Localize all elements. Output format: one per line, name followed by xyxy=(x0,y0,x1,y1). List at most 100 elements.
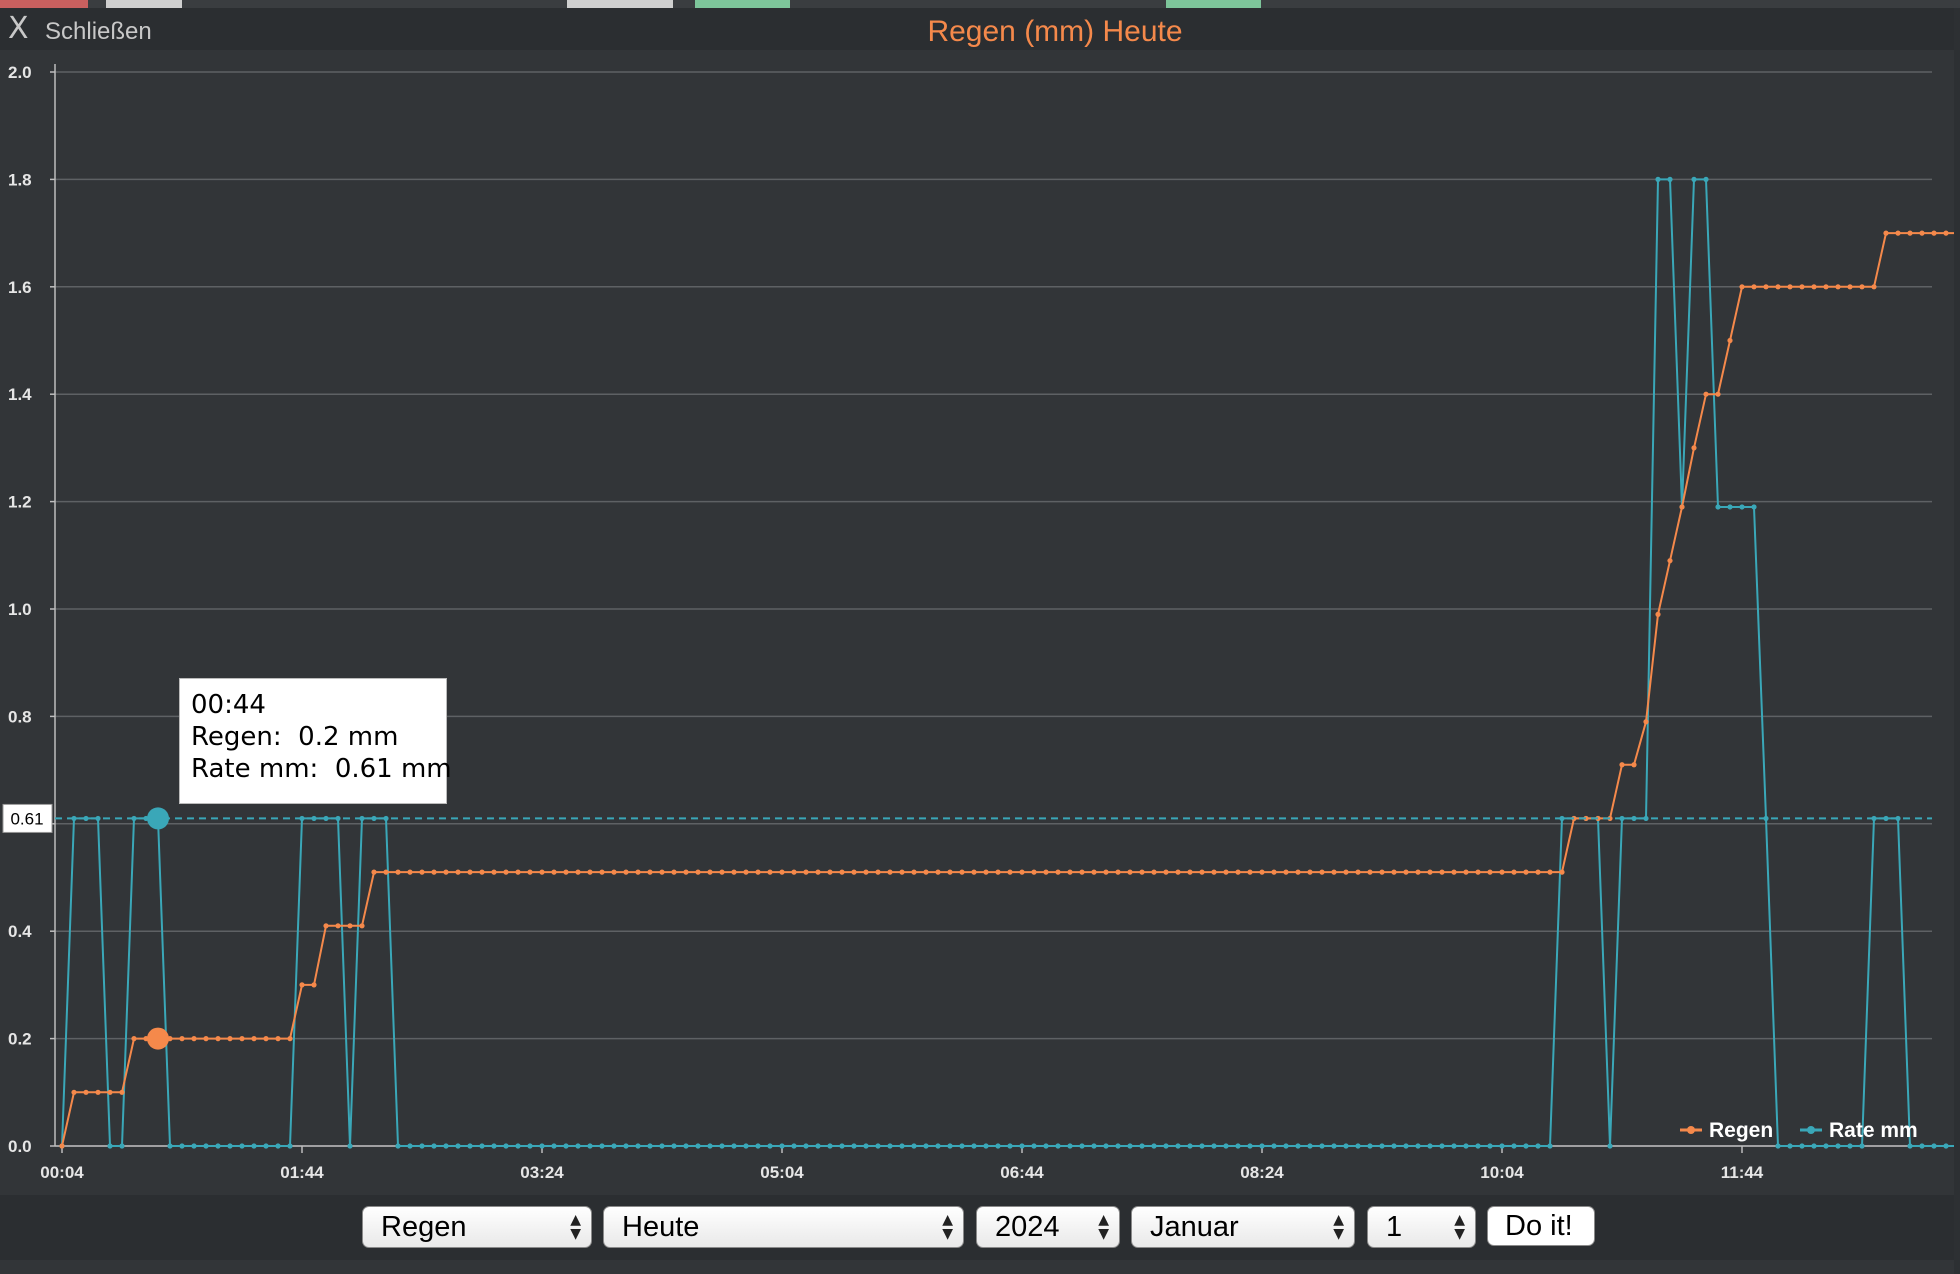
data-point-rate-mm xyxy=(707,1143,713,1149)
data-point-rate-mm xyxy=(443,1143,449,1149)
data-point-regen xyxy=(575,869,581,875)
data-point-rate-mm xyxy=(1715,504,1721,510)
data-point-rate-mm xyxy=(1751,504,1757,510)
data-point-regen xyxy=(671,869,677,875)
data-point-rate-mm xyxy=(623,1143,629,1149)
month-select-value: Januar xyxy=(1150,1211,1239,1243)
data-point-regen xyxy=(1031,869,1037,875)
data-point-rate-mm xyxy=(779,1143,785,1149)
x-tick-label: 10:04 xyxy=(1480,1163,1524,1182)
data-point-rate-mm xyxy=(1811,1143,1817,1149)
data-point-rate-mm xyxy=(1451,1143,1457,1149)
data-point-rate-mm xyxy=(1427,1143,1433,1149)
data-point-regen xyxy=(1043,869,1049,875)
data-point-rate-mm xyxy=(1907,1143,1913,1149)
data-point-rate-mm xyxy=(1223,1143,1229,1149)
data-point-regen xyxy=(1451,869,1457,875)
data-point-regen xyxy=(467,869,473,875)
y-tick-label: 0.0 xyxy=(8,1137,32,1156)
data-point-rate-mm xyxy=(1259,1143,1265,1149)
year-select[interactable]: 2024 ▲ ▼ xyxy=(976,1206,1120,1248)
data-point-rate-mm xyxy=(635,1143,641,1149)
data-point-rate-mm xyxy=(503,1143,509,1149)
data-point-regen xyxy=(395,869,401,875)
data-point-regen xyxy=(1187,869,1193,875)
data-point-regen xyxy=(1883,230,1889,236)
data-point-rate-mm xyxy=(527,1143,533,1149)
do-it-button[interactable]: Do it! xyxy=(1487,1206,1595,1246)
data-point-rate-mm xyxy=(1799,1143,1805,1149)
data-point-regen xyxy=(1811,284,1817,290)
data-point-rate-mm xyxy=(1523,1143,1529,1149)
data-point-rate-mm xyxy=(887,1143,893,1149)
data-point-regen xyxy=(935,869,941,875)
data-point-rate-mm xyxy=(719,1143,725,1149)
data-point-rate-mm xyxy=(1271,1143,1277,1149)
data-point-rate-mm xyxy=(191,1143,197,1149)
data-point-rate-mm xyxy=(515,1143,521,1149)
data-point-rate-mm xyxy=(1079,1143,1085,1149)
data-point-regen xyxy=(1751,284,1757,290)
data-point-rate-mm xyxy=(119,1143,125,1149)
data-point-rate-mm xyxy=(803,1143,809,1149)
data-point-rate-mm xyxy=(767,1143,773,1149)
data-point-rate-mm xyxy=(179,1143,185,1149)
data-point-regen xyxy=(263,1036,269,1042)
day-select[interactable]: 1 ▲ ▼ xyxy=(1367,1206,1476,1248)
data-point-regen xyxy=(83,1089,89,1095)
data-point-regen xyxy=(431,869,437,875)
data-point-regen xyxy=(1151,869,1157,875)
data-point-regen xyxy=(479,869,485,875)
y-tick-label: 1.8 xyxy=(8,170,32,189)
data-point-rate-mm xyxy=(611,1143,617,1149)
rain-chart[interactable]: 0.00.20.40.60.81.01.21.41.61.82.000:0401… xyxy=(0,8,1954,1195)
data-point-rate-mm xyxy=(983,1143,989,1149)
data-point-rate-mm xyxy=(203,1143,209,1149)
data-point-rate-mm xyxy=(1835,1143,1841,1149)
data-point-regen xyxy=(383,869,389,875)
data-point-regen xyxy=(371,869,377,875)
data-point-regen xyxy=(551,869,557,875)
y-tick-label: 2.0 xyxy=(8,63,32,82)
data-point-rate-mm xyxy=(851,1143,857,1149)
data-point-rate-mm xyxy=(1487,1143,1493,1149)
data-point-rate-mm xyxy=(1139,1143,1145,1149)
data-point-rate-mm xyxy=(1055,1143,1061,1149)
field-select[interactable]: Regen ▲ ▼ xyxy=(362,1206,592,1248)
y-tick-label: 0.2 xyxy=(8,1030,32,1049)
data-point-rate-mm xyxy=(1511,1143,1517,1149)
data-point-regen xyxy=(1499,869,1505,875)
data-point-regen xyxy=(1619,762,1625,768)
updown-arrows-icon: ▲ ▼ xyxy=(570,1212,581,1242)
legend-label-regen: Regen xyxy=(1709,1119,1773,1142)
period-select[interactable]: Heute ▲ ▼ xyxy=(603,1206,964,1248)
data-point-rate-mm xyxy=(263,1143,269,1149)
data-point-rate-mm xyxy=(419,1143,425,1149)
data-point-rate-mm xyxy=(1319,1143,1325,1149)
data-point-rate-mm xyxy=(551,1143,557,1149)
data-point-regen xyxy=(1319,869,1325,875)
data-point-rate-mm xyxy=(1019,1143,1025,1149)
data-point-rate-mm xyxy=(827,1143,833,1149)
data-point-rate-mm xyxy=(1463,1143,1469,1149)
data-point-regen xyxy=(983,869,989,875)
data-point-regen xyxy=(239,1036,245,1042)
year-select-value: 2024 xyxy=(995,1211,1060,1243)
month-select[interactable]: Januar ▲ ▼ xyxy=(1131,1206,1355,1248)
data-point-regen xyxy=(1223,869,1229,875)
strip-block xyxy=(106,0,182,8)
data-point-regen xyxy=(335,923,341,929)
data-point-regen xyxy=(1559,869,1565,875)
data-point-regen xyxy=(707,869,713,875)
data-point-regen xyxy=(587,869,593,875)
data-point-regen xyxy=(359,923,365,929)
data-point-regen xyxy=(1871,284,1877,290)
data-point-rate-mm xyxy=(239,1143,245,1149)
data-point-regen xyxy=(1799,284,1805,290)
data-point-regen xyxy=(251,1036,257,1042)
data-point-regen xyxy=(899,869,905,875)
chart-window: X Schließen Regen (mm) Heute 0.0 0.2 0.4 0.… xyxy=(0,8,1954,1274)
data-point-regen xyxy=(227,1036,233,1042)
data-point-regen xyxy=(1763,284,1769,290)
updown-arrows-icon: ▲ ▼ xyxy=(942,1212,953,1242)
